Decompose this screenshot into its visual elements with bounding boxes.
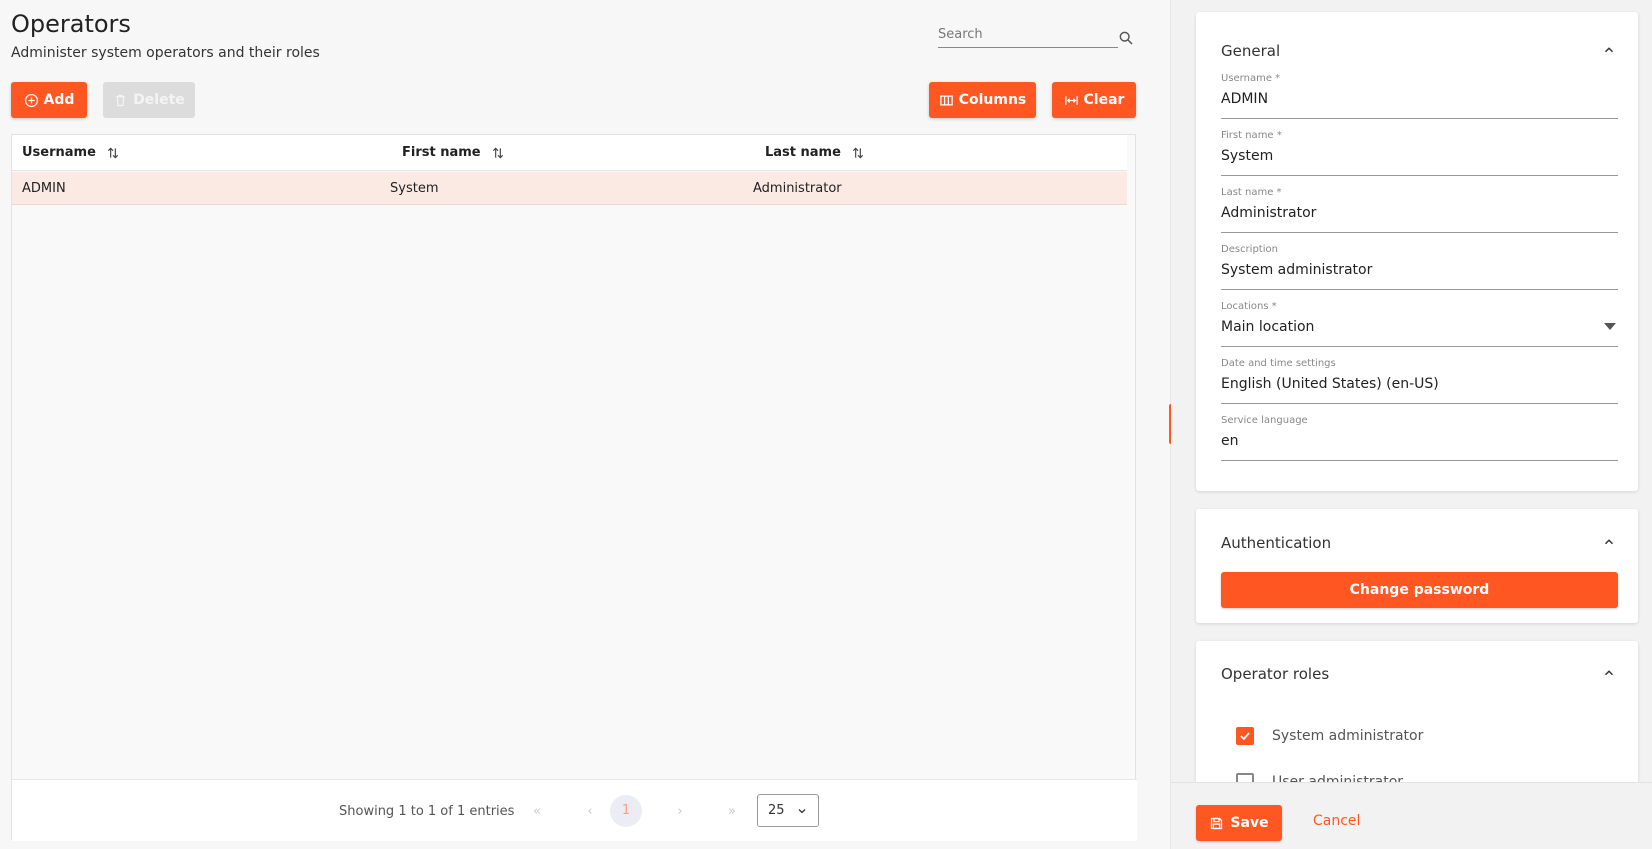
add-button[interactable]: Add <box>11 82 87 118</box>
add-button-label: Add <box>43 92 75 108</box>
column-header-label: First name <box>402 145 481 160</box>
column-header-label: Username <box>22 145 96 160</box>
chevron-up-icon[interactable] <box>1602 43 1616 57</box>
dropdown-arrow-icon <box>1604 323 1616 330</box>
field-value: ADMIN <box>1221 91 1269 107</box>
save-icon <box>1211 817 1223 829</box>
field-value: Main location <box>1221 319 1315 335</box>
general-section: General Username * ADMIN First name * Sy… <box>1196 12 1638 491</box>
trash-icon <box>116 94 126 106</box>
field-value: System administrator <box>1221 262 1373 278</box>
clear-button-label: Clear <box>1083 92 1125 108</box>
chevron-up-icon[interactable] <box>1602 535 1616 549</box>
operator-details-panel: General Username * ADMIN First name * Sy… <box>1171 0 1652 849</box>
form-footer: Save Cancel <box>1171 782 1652 849</box>
delete-button[interactable]: Delete <box>103 82 195 118</box>
field-label: Username * <box>1221 73 1281 84</box>
sort-icon <box>107 147 119 158</box>
operators-table: Username First name Last name ADMIN Syst… <box>11 134 1137 841</box>
add-circle-icon <box>24 93 38 107</box>
columns-icon <box>939 95 953 105</box>
search-input[interactable] <box>938 24 1118 48</box>
column-header-label: Last name <box>765 145 841 160</box>
field-label: Locations * <box>1221 301 1277 312</box>
field-label: Description <box>1221 244 1278 255</box>
last-page-button[interactable]: » <box>722 802 742 822</box>
table-header: Username First name Last name <box>12 135 1127 171</box>
field-label: First name * <box>1221 130 1282 141</box>
sort-icon <box>852 147 864 158</box>
operator-roles-section-title: Operator roles <box>1221 665 1330 683</box>
role-checkbox[interactable] <box>1236 727 1254 745</box>
sort-icon <box>492 147 503 158</box>
cell-username: ADMIN <box>22 181 66 196</box>
field-value: en <box>1221 433 1239 449</box>
role-label: System administrator <box>1272 728 1424 744</box>
service-language-field[interactable]: Service language en <box>1221 415 1618 461</box>
chevron-down-icon <box>798 808 806 813</box>
field-value: English (United States) (en-US) <box>1221 376 1439 392</box>
cell-first-name: System <box>390 181 439 196</box>
field-label: Date and time settings <box>1221 358 1336 369</box>
previous-page-button[interactable]: ‹ <box>580 802 600 822</box>
delete-button-label: Delete <box>133 92 185 108</box>
role-item[interactable]: System administrator <box>1236 727 1423 745</box>
current-page-button[interactable]: 1 <box>610 795 642 827</box>
save-button-label: Save <box>1230 815 1269 831</box>
column-width-icon <box>1064 95 1078 105</box>
checkmark-icon <box>1240 732 1250 741</box>
operators-list-area: Operators Administer system operators an… <box>0 0 1170 849</box>
general-section-title: General <box>1221 42 1281 60</box>
pagination: Showing 1 to 1 of 1 entries « ‹ 1 › » 25 <box>12 779 1137 841</box>
page-size-value: 25 <box>768 803 785 818</box>
field-label: Service language <box>1221 415 1308 426</box>
table-row[interactable]: ADMIN System Administrator <box>12 172 1127 205</box>
column-header-first-name[interactable]: First name <box>402 145 505 160</box>
locations-select[interactable]: Locations * Main location <box>1221 301 1618 347</box>
page-subtitle: Administer system operators and their ro… <box>11 45 320 61</box>
column-header-username[interactable]: Username <box>22 145 120 160</box>
save-button[interactable]: Save <box>1196 805 1282 841</box>
description-field[interactable]: Description System administrator <box>1221 244 1618 290</box>
next-page-button[interactable]: › <box>670 802 690 822</box>
column-header-last-name[interactable]: Last name <box>765 145 865 160</box>
field-value: Administrator <box>1221 205 1317 221</box>
last-name-field[interactable]: Last name * Administrator <box>1221 187 1618 233</box>
first-name-field[interactable]: First name * System <box>1221 130 1618 176</box>
authentication-section: Authentication Change password <box>1196 509 1638 623</box>
authentication-section-title: Authentication <box>1221 534 1332 552</box>
chevron-up-icon[interactable] <box>1602 666 1616 680</box>
field-value: System <box>1221 148 1274 164</box>
columns-button[interactable]: Columns <box>929 82 1036 118</box>
columns-button-label: Columns <box>958 92 1027 108</box>
pagination-info: Showing 1 to 1 of 1 entries <box>339 804 515 819</box>
date-time-settings-field[interactable]: Date and time settings English (United S… <box>1221 358 1618 404</box>
field-label: Last name * <box>1221 187 1282 198</box>
search-box <box>938 24 1138 50</box>
cancel-button[interactable]: Cancel <box>1313 813 1360 829</box>
page-size-select[interactable]: 25 <box>757 794 819 827</box>
page-title: Operators <box>11 10 131 38</box>
change-password-button[interactable]: Change password <box>1221 572 1618 608</box>
clear-button[interactable]: Clear <box>1052 82 1136 118</box>
first-page-button[interactable]: « <box>527 802 547 822</box>
username-field[interactable]: Username * ADMIN <box>1221 73 1618 119</box>
cell-last-name: Administrator <box>753 181 842 196</box>
search-icon[interactable] <box>1118 30 1134 46</box>
